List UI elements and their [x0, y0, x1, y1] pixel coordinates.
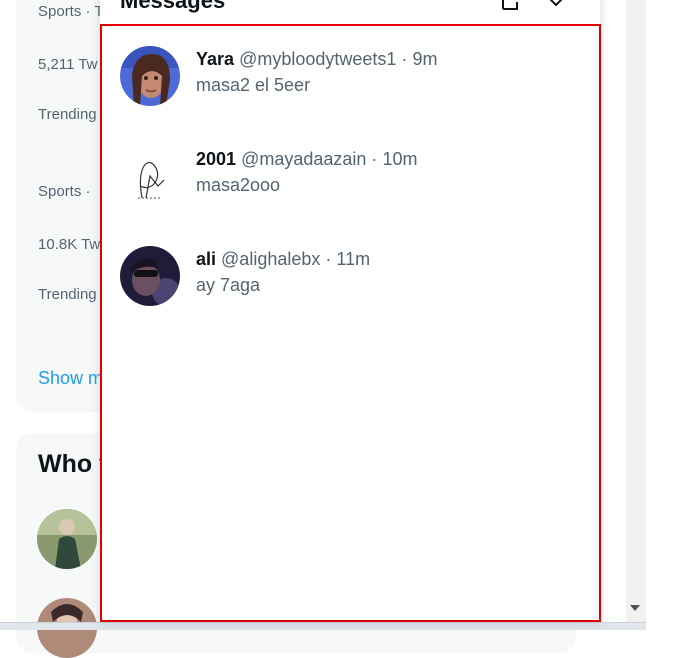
trend-category: Sports · T — [38, 3, 104, 20]
trend-category: Sports · — [38, 183, 91, 200]
sender-name: Yara — [196, 49, 235, 69]
horizontal-scrollbar[interactable] — [0, 622, 646, 630]
conversation-item[interactable]: 2001 @mayadaazain · 10m masa2ooo — [102, 126, 599, 226]
messages-title: Messages — [120, 0, 226, 13]
vertical-scrollbar[interactable] — [626, 0, 646, 622]
sender-name: 2001 — [196, 149, 237, 169]
trend-status: Trending — [38, 106, 97, 123]
trend-status: Trending — [38, 286, 97, 303]
messages-header[interactable]: Messages — [100, 0, 600, 25]
scroll-down-arrow-icon[interactable] — [630, 605, 640, 611]
separator: · — [401, 49, 408, 69]
avatar[interactable] — [120, 46, 180, 106]
avatar[interactable] — [37, 509, 97, 569]
conversation-item[interactable]: Yara @mybloodytweets1 · 9m masa2 el 5eer — [102, 26, 599, 126]
separator: · — [325, 249, 332, 269]
trend-count: 5,211 Tw — [38, 56, 98, 73]
conversation-item[interactable]: ali @alighalebx · 11m ay 7aga — [102, 226, 599, 326]
message-preview: masa2ooo — [196, 175, 281, 195]
message-preview: masa2 el 5eer — [196, 75, 311, 95]
new-message-icon[interactable] — [500, 0, 524, 14]
separator: · — [371, 149, 378, 169]
message-time: 11m — [336, 249, 371, 269]
avatar[interactable] — [120, 246, 180, 306]
sender-handle: @mybloodytweets1 — [239, 49, 397, 69]
show-more-link[interactable]: Show m — [38, 368, 103, 389]
conversation-list: Yara @mybloodytweets1 · 9m masa2 el 5eer… — [100, 24, 601, 622]
sender-handle: @alighalebx — [221, 249, 321, 269]
collapse-icon[interactable] — [544, 0, 568, 14]
who-to-follow-title: Who t — [38, 450, 108, 478]
message-preview: ay 7aga — [196, 275, 261, 295]
trend-count: 10.8K Tw — [38, 236, 101, 253]
sender-name: ali — [196, 249, 217, 269]
message-time: 10m — [382, 149, 418, 169]
avatar[interactable] — [120, 146, 180, 206]
message-time: 9m — [412, 49, 438, 69]
sender-handle: @mayadaazain — [241, 149, 367, 169]
